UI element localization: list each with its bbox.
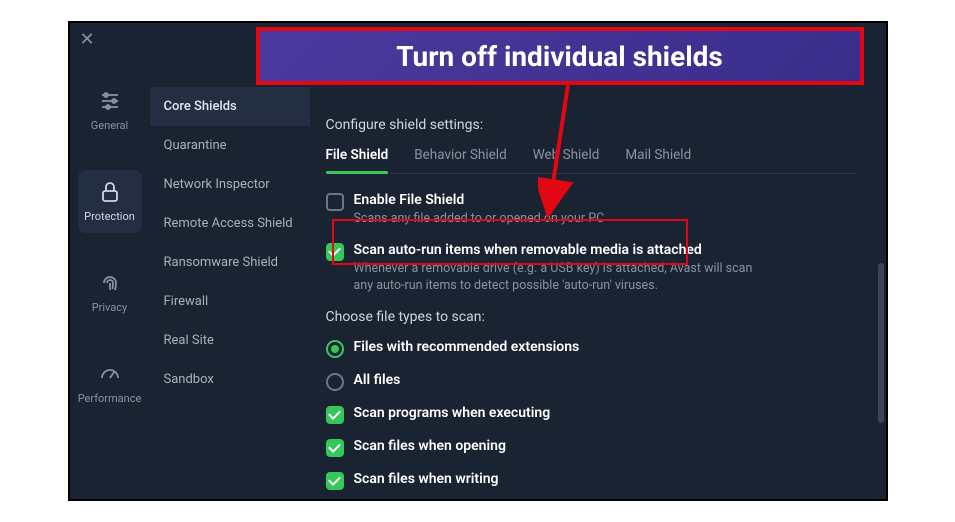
submenu-firewall[interactable]: Firewall <box>150 282 310 321</box>
checkbox-exec[interactable] <box>326 406 344 424</box>
radio-recommended-row[interactable]: Files with recommended extensions <box>326 339 856 358</box>
submenu-sandbox[interactable]: Sandbox <box>150 360 310 399</box>
submenu-network-inspector[interactable]: Network Inspector <box>150 165 310 204</box>
annotation-banner: Turn off individual shields <box>256 27 864 85</box>
annotation-arrow <box>538 85 598 223</box>
sidebar-label: Performance <box>78 392 142 405</box>
sidebar-item-performance[interactable]: Performance <box>78 352 142 415</box>
check-open-row[interactable]: Scan files when opening <box>326 438 856 457</box>
autorun-title: Scan auto-run items when removable media… <box>354 242 774 258</box>
autorun-row[interactable]: Scan auto-run items when removable media… <box>326 242 856 295</box>
annotation-text: Turn off individual shields <box>396 40 723 73</box>
submenu-quarantine[interactable]: Quarantine <box>150 126 310 165</box>
submenu-real-site[interactable]: Real Site <box>150 321 310 360</box>
sidebar-item-privacy[interactable]: Privacy <box>78 261 142 324</box>
tab-file-shield[interactable]: File Shield <box>326 147 389 173</box>
sidebar-label: General <box>91 119 128 132</box>
checkbox-enable-file-shield[interactable] <box>326 193 344 211</box>
radio-recommended[interactable] <box>326 340 344 358</box>
checkbox-write[interactable] <box>326 472 344 490</box>
app-window: Turn off individual shields ✕ Enable Ant… <box>68 21 888 501</box>
radio-recommended-label: Files with recommended extensions <box>354 339 580 355</box>
sidebar-categories: General Protection Privacy Performance <box>70 23 150 499</box>
submenu: Core Shields Quarantine Network Inspecto… <box>150 23 310 499</box>
sidebar-item-general[interactable]: General <box>78 79 142 142</box>
tab-mail-shield[interactable]: Mail Shield <box>625 147 691 173</box>
choose-label: Choose file types to scan: <box>326 309 856 325</box>
check-write-label: Scan files when writing <box>354 471 499 487</box>
radio-all-files[interactable] <box>326 373 344 391</box>
tab-behavior-shield[interactable]: Behavior Shield <box>414 147 506 173</box>
scrollbar[interactable] <box>878 263 884 423</box>
check-exec-label: Scan programs when executing <box>354 405 551 421</box>
autorun-sub: Whenever a removable drive (e.g. a USB k… <box>354 260 774 295</box>
lock-icon <box>98 180 122 204</box>
check-write-row[interactable]: Scan files when writing <box>326 471 856 490</box>
radio-all-files-row[interactable]: All files <box>326 372 856 391</box>
checkbox-autorun[interactable] <box>326 243 344 261</box>
sliders-icon <box>98 89 122 113</box>
sidebar-label: Privacy <box>92 301 128 314</box>
submenu-core-shields[interactable]: Core Shields <box>150 87 310 126</box>
close-icon[interactable]: ✕ <box>80 29 95 50</box>
submenu-ransomware[interactable]: Ransomware Shield <box>150 243 310 282</box>
checkbox-open[interactable] <box>326 439 344 457</box>
sidebar-label: Protection <box>84 210 135 223</box>
fingerprint-icon <box>98 271 122 295</box>
sidebar-item-protection[interactable]: Protection <box>78 170 142 233</box>
submenu-remote-access[interactable]: Remote Access Shield <box>150 204 310 243</box>
radio-all-files-label: All files <box>354 372 401 388</box>
gauge-icon <box>98 362 122 386</box>
main-panel: Configure shield settings: File Shield B… <box>310 23 886 499</box>
check-exec-row[interactable]: Scan programs when executing <box>326 405 856 424</box>
check-open-label: Scan files when opening <box>354 438 506 454</box>
